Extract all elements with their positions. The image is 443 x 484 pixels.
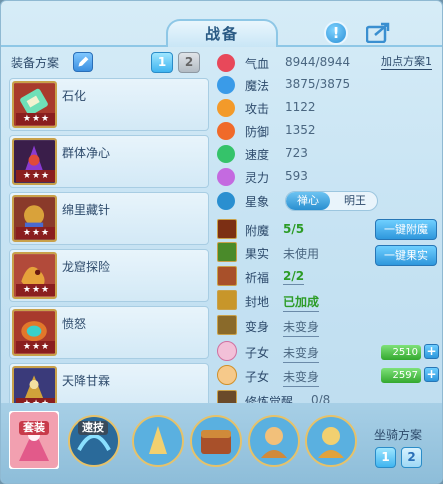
- child-figure-icon: [217, 365, 237, 385]
- equip-page-1-button[interactable]: 1: [151, 52, 173, 73]
- list-item[interactable]: ★★★ 石化: [9, 78, 209, 131]
- edit-plan-button[interactable]: [73, 52, 93, 72]
- set-slot[interactable]: [9, 411, 59, 469]
- mount-plan-label: 坐骑方案: [374, 428, 423, 442]
- item-name: 龙窟探险: [62, 260, 111, 274]
- share-icon[interactable]: [365, 21, 392, 44]
- feature-transform: 变身 未变身: [217, 314, 437, 338]
- equip-page-2-button[interactable]: 2: [178, 52, 200, 73]
- set-tag: 套装: [19, 421, 49, 435]
- item-name: 愤怒: [62, 317, 87, 331]
- list-item[interactable]: ★★★ 绵里藏针: [9, 192, 209, 245]
- defense-icon: [217, 122, 235, 140]
- equip-plan-label: 装备方案: [11, 56, 60, 70]
- title-bar: 战备 !: [1, 1, 442, 47]
- item-name: 石化: [62, 89, 87, 103]
- monk-slot[interactable]: [247, 414, 301, 468]
- feature-blessing: 祈福 2/2: [217, 265, 437, 289]
- fruit-icon: [217, 242, 237, 262]
- transform-icon: [217, 315, 237, 335]
- stat-spirit: 灵力 593: [217, 166, 437, 188]
- item-name: 绵里藏针: [62, 203, 111, 217]
- mount-page-2-button[interactable]: 2: [401, 447, 422, 468]
- dragon-cave-icon: ★★★: [12, 252, 57, 299]
- quick-skill-tag: 速技: [78, 421, 108, 435]
- hidden-needle-icon: ★★★: [12, 195, 57, 242]
- skill-list: ★★★ 石化 ★★★ 群体净心 ★★★ 绵里藏针 ★★★ 龙窟探险 ★★★ 愤怒…: [9, 78, 209, 420]
- item-name: 天降甘霖: [62, 374, 111, 388]
- mana-icon: [217, 76, 235, 94]
- star-sign-icon: [217, 192, 235, 210]
- child-2-value: 2597: [381, 368, 421, 383]
- stat-hp: 气血 8944/8944: [217, 52, 437, 74]
- child-2-add-button[interactable]: +: [424, 367, 439, 382]
- child-1-value: 2510: [381, 345, 421, 360]
- speed-icon: [217, 145, 235, 163]
- stat-defense: 防御 1352: [217, 120, 437, 142]
- blessing-icon: [217, 266, 237, 286]
- heart-icon: [217, 54, 235, 72]
- feature-fief: 封地 已加成: [217, 289, 437, 313]
- stat-speed: 速度 723: [217, 143, 437, 165]
- petrify-icon: ★★★: [12, 81, 57, 128]
- golden-figure-slot[interactable]: [304, 414, 358, 468]
- enchant-icon: [217, 219, 237, 239]
- stat-mp: 魔法 3875/3875: [217, 74, 437, 96]
- skill-slot[interactable]: [131, 414, 185, 468]
- item-name: 群体净心: [62, 146, 111, 160]
- spirit-icon: [217, 168, 235, 186]
- one-click-enchant-button[interactable]: 一键附魔: [375, 219, 437, 240]
- xingxiang-toggle[interactable]: 禅心 明王: [285, 191, 378, 211]
- list-item[interactable]: ★★★ 愤怒: [9, 306, 209, 359]
- one-click-fruit-button[interactable]: 一键果实: [375, 245, 437, 266]
- list-item[interactable]: ★★★ 群体净心: [9, 135, 209, 188]
- child-flower-icon: [217, 341, 237, 361]
- rage-icon: ★★★: [12, 309, 57, 356]
- panel-title: 战备: [166, 19, 278, 47]
- list-item[interactable]: ★★★ 龙窟探险: [9, 249, 209, 302]
- equipment-panel: 战备 ! 装备方案 1 2 ★★★ 石化 ★★★ 群体净心 ★★★ 绵里藏针 ★…: [0, 0, 443, 484]
- child-1-add-button[interactable]: +: [424, 344, 439, 359]
- fief-icon: [217, 290, 237, 310]
- xingxiang-option-mingwang[interactable]: 明王: [332, 192, 377, 210]
- mount-page-1-button[interactable]: 1: [375, 447, 396, 468]
- treasure-chest-slot[interactable]: [189, 414, 243, 468]
- xingxiang-option-chanxin[interactable]: 禅心: [286, 192, 330, 210]
- attack-icon: [217, 99, 235, 117]
- info-icon[interactable]: !: [324, 21, 348, 45]
- group-purify-icon: ★★★: [12, 138, 57, 185]
- stat-attack: 攻击 1122: [217, 97, 437, 119]
- pencil-icon: [78, 56, 89, 67]
